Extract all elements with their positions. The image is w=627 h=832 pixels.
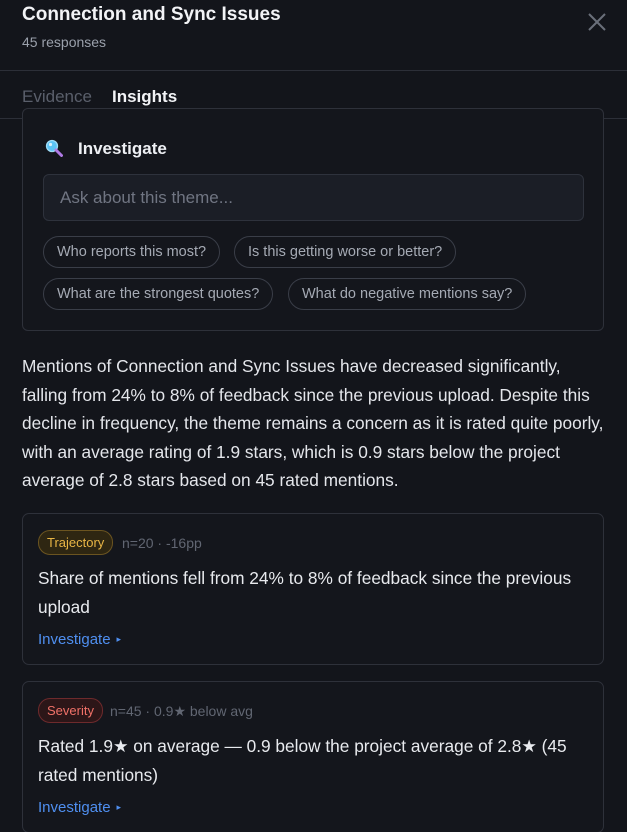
investigate-link[interactable]: Investigate ▸ (38, 799, 121, 816)
card-text: Rated 1.9★ on average — 0.9 below the pr… (38, 736, 567, 785)
insight-card-trajectory: Trajectory n=20 · -16pp Share of mention… (22, 513, 604, 665)
card-meta: n=20 · -16pp (122, 535, 202, 551)
insight-card-severity: Severity n=45 · 0.9★ below avg Rated 1.9… (22, 681, 604, 832)
investigate-input[interactable] (43, 174, 584, 221)
theme-detail-panel: Connection and Sync Issues 45 responses … (0, 0, 627, 832)
insight-summary: Mentions of Connection and Sync Issues h… (22, 356, 604, 490)
tab-evidence[interactable]: Evidence (22, 87, 92, 107)
suggestion-chip[interactable]: Who reports this most? (43, 236, 221, 268)
investigate-link[interactable]: Investigate ▸ (38, 631, 121, 648)
panel-header: Connection and Sync Issues 45 responses (0, 0, 627, 71)
investigate-box: Investigate Who reports this most? Is th… (22, 108, 604, 331)
response-count: 45 responses (22, 34, 107, 50)
arrow-right-icon: ▸ (116, 802, 122, 812)
severity-badge: Severity (38, 698, 103, 723)
magnifier-icon (45, 139, 63, 157)
tab-insights[interactable]: Insights (112, 87, 177, 107)
close-icon[interactable] (585, 10, 609, 34)
trajectory-badge: Trajectory (38, 530, 114, 555)
suggestion-chip[interactable]: What are the strongest quotes? (43, 278, 274, 310)
investigate-link-label: Investigate (38, 631, 111, 648)
arrow-right-icon: ▸ (116, 634, 122, 644)
card-text: Share of mentions fell from 24% to 8% of… (38, 568, 572, 617)
suggestion-chip[interactable]: What do negative mentions say? (288, 278, 527, 310)
card-meta: n=45 · 0.9★ below avg (110, 703, 253, 719)
theme-title: Connection and Sync Issues (22, 4, 281, 25)
suggestion-chip[interactable]: Is this getting worse or better? (234, 236, 457, 268)
investigate-heading: Investigate (78, 139, 167, 158)
investigate-link-label: Investigate (38, 799, 111, 816)
